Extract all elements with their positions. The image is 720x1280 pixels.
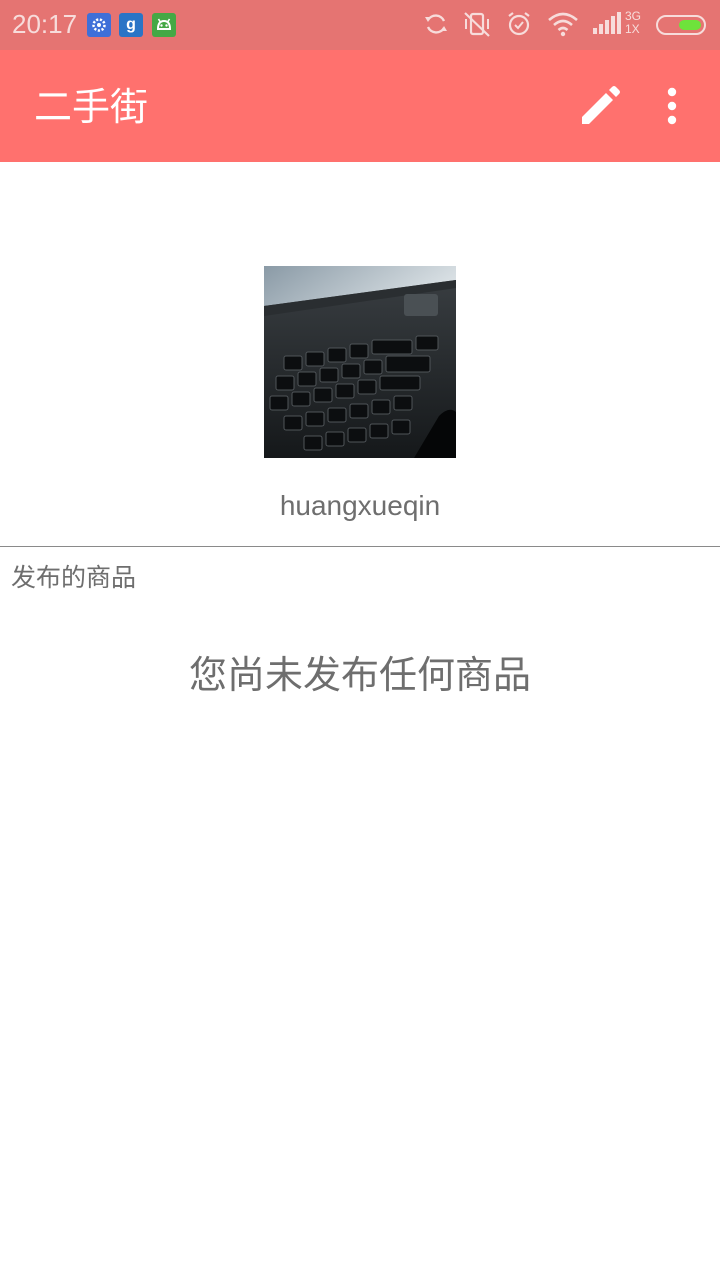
battery-icon (656, 15, 706, 35)
alarm-icon (505, 10, 533, 42)
vibrate-off-icon (462, 10, 492, 42)
android-face-icon (152, 13, 176, 37)
edit-button[interactable] (572, 78, 628, 134)
battery-level (679, 20, 701, 30)
avatar-photo (264, 266, 456, 458)
username: huangxueqin (279, 490, 441, 521)
signal-icon (592, 10, 622, 42)
network-type-top: 3G (625, 9, 642, 23)
app-title: 二手街 (34, 85, 149, 129)
avatar[interactable] (264, 266, 456, 458)
gear-icon (87, 13, 111, 37)
status-bar: 20:17 g 3G 1X (0, 0, 720, 50)
network-type: 3G 1X (625, 10, 641, 36)
google-icon: g (119, 13, 143, 37)
divider (0, 546, 720, 547)
sync-icon (422, 10, 450, 42)
products-section-label: 发布的商品 (11, 563, 137, 592)
screen: 20:17 g 3G 1X 二手街 huangxueqin 发布的商品 您尚未发… (0, 0, 720, 1280)
network-type-bottom: 1X (625, 22, 640, 36)
app-bar: 二手街 (0, 50, 720, 162)
empty-products-message: 您尚未发布任何商品 (188, 653, 531, 697)
status-time: 20:17 (12, 9, 78, 39)
more-vertical-icon (667, 87, 677, 125)
edit-icon (582, 86, 620, 124)
wifi-icon (546, 10, 580, 42)
more-options-button[interactable] (652, 78, 692, 134)
